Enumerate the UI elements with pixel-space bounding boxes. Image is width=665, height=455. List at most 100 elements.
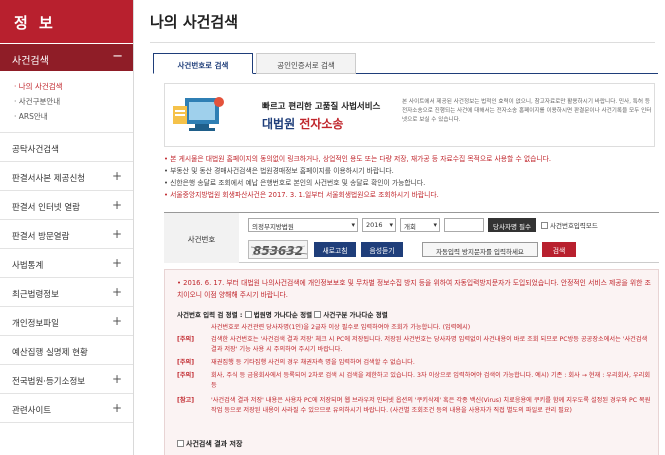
banner-description: 본 사이트에서 제공된 사건정보는 법적인 효력이 없으니, 참고자료로만 활용… bbox=[402, 99, 652, 123]
sidebar-item-label: 개인정보파일 bbox=[12, 319, 59, 329]
case-type-select[interactable]: 개회 bbox=[400, 218, 440, 232]
sidebar: 정 보 사건검색 − · 나의 사건검색 · 사건구분안내 · ARS안내 공탁… bbox=[0, 0, 134, 455]
info-row: [참고] '사건검색 결과 저장' 내용은 사용자 PC에 저장되며 웹 브라우저… bbox=[177, 396, 653, 415]
search-button[interactable]: 검색 bbox=[542, 242, 576, 257]
ecourt-banner[interactable]: 빠르고 편리한 고품질 사법서비스 대법원 전자소송 본 사이트에서 제공된 사… bbox=[164, 83, 655, 147]
form-label: 사건번호 bbox=[164, 213, 239, 263]
court-select[interactable]: 의정부지방법원 bbox=[248, 218, 358, 232]
sidebar-item-budget[interactable]: 예산집행 실명제 현황 bbox=[0, 336, 133, 365]
case-search-form: 사건번호 의정부지방법원 2016 개회 당사자명 필수 사건번호입력모드 85… bbox=[164, 212, 659, 263]
info-row: [주의] 회사, 주식 등 금융회사에서 등록되어 2차로 검색 시 검색을 제한… bbox=[177, 371, 653, 390]
expand-icon[interactable]: + bbox=[112, 227, 122, 241]
info-box: • 2016. 6. 17. 부터 대법원 나의사건검색에 개인정보보호 및 무… bbox=[164, 269, 659, 455]
captcha-text: 853632 bbox=[253, 244, 303, 258]
notice-text: 부동산 및 동산 경매사건검색은 법원경매정보 홈페이지를 이용하시기 바랍니다… bbox=[170, 167, 394, 175]
checkbox-icon bbox=[177, 440, 184, 447]
sidebar-item-label: 판결서사본 제공신청 bbox=[12, 174, 86, 184]
banner-brand: 대법원 전자소송 bbox=[262, 115, 343, 132]
captcha-input[interactable]: 자동입력 방지문자를 입력하세요 bbox=[422, 242, 538, 257]
sidebar-item-label: 전국법원·등기소정보 bbox=[12, 377, 86, 387]
checkbox-icon bbox=[541, 222, 548, 229]
sidebar-item-label: 최근법령정보 bbox=[12, 290, 59, 300]
info-row-text: 회사, 주식 등 금융회사에서 등록되어 2차로 검색 시 검색을 제한하고 있… bbox=[211, 372, 651, 389]
party-name-required-button[interactable]: 당사자명 필수 bbox=[488, 218, 536, 232]
sidebar-item-related-sites[interactable]: 관련사이트 + bbox=[0, 394, 133, 423]
sidebar-item-label: 관련사이트 bbox=[12, 406, 52, 416]
captcha-notice: • 2016. 6. 17. 부터 대법원 나의사건검색에 개인정보보호 및 무… bbox=[177, 279, 651, 299]
sort-options: 사건번호 입력 검 정렬 : 법원명 가나다순 정렬 사건구분 가나다순 정렬 bbox=[177, 309, 388, 319]
info-row: [주의] 재권집행 등 기타집행 사건의 경우 채권자측 명을 입력하여 검색할 … bbox=[177, 358, 653, 368]
main-content: 나의 사건검색 사건번호로 검색 공인인증서로 검색 빠르고 편리한 고품질 사 bbox=[150, 0, 665, 455]
notice-item: • 부동산 및 동산 경매사건검색은 법원경매정보 홈페이지를 이용하시기 바랍… bbox=[164, 167, 394, 175]
sidebar-item-label: 예산집행 실명제 현황 bbox=[12, 348, 88, 358]
submenu-item-case-types[interactable]: · 사건구분안내 bbox=[14, 96, 133, 111]
expand-icon[interactable]: + bbox=[112, 198, 122, 212]
ecourt-illustration-icon bbox=[171, 92, 226, 138]
notice-item: • 본 게시물은 대법원 홈페이지의 동의없이 링크하거나, 상업적인 용도 또… bbox=[164, 155, 552, 163]
case-number-input[interactable] bbox=[444, 218, 484, 232]
info-row: [주의] 검색한 사건번호는 '사건검색 결과 저장' 체크 시 PC에 저장됩니… bbox=[177, 335, 653, 354]
page-title: 나의 사건검색 bbox=[150, 13, 239, 31]
sort-option-type[interactable]: 사건구분 가나다순 정렬 bbox=[314, 311, 388, 319]
sort-option-court[interactable]: 법원명 가나다순 정렬 bbox=[244, 311, 313, 319]
divider bbox=[150, 42, 655, 43]
save-results-checkbox[interactable]: 사건검색 결과 저장 bbox=[177, 439, 242, 449]
expand-icon[interactable]: + bbox=[112, 372, 122, 386]
sidebar-submenu: · 나의 사건검색 · 사건구분안내 · ARS안내 bbox=[0, 71, 133, 133]
sidebar-item-label: 사법통계 bbox=[12, 261, 44, 271]
notice-text: 신한은행 송달료 조회에서 예납 은행번호로 본인의 사건번호 및 송달료 확인… bbox=[170, 179, 426, 187]
info-row-text: 재권집행 등 기타집행 사건의 경우 채권자측 명을 입력하여 검색할 수 없습… bbox=[211, 359, 415, 366]
radio-icon bbox=[314, 311, 322, 318]
info-row-tag: [참고] bbox=[177, 397, 195, 404]
info-row-text: '사건검색 결과 저장' 내용은 사용자 PC에 저장되며 웹 브라우저 인터넷… bbox=[211, 397, 651, 414]
radio-icon bbox=[244, 311, 252, 318]
audio-captcha-button[interactable]: 음성듣기 bbox=[361, 242, 403, 257]
page: 정 보 사건검색 − · 나의 사건검색 · 사건구분안내 · ARS안내 공탁… bbox=[0, 0, 665, 455]
sidebar-item-deposit-search[interactable]: 공탁사건검색 bbox=[0, 133, 133, 162]
banner-tagline: 빠르고 편리한 고품질 사법서비스 bbox=[262, 102, 381, 112]
collapse-icon[interactable]: − bbox=[112, 49, 123, 64]
sidebar-item-label: 공탁사건검색 bbox=[12, 145, 59, 155]
expand-icon[interactable]: + bbox=[112, 401, 122, 415]
refresh-captcha-button[interactable]: 새로고침 bbox=[314, 242, 356, 257]
submenu-item-my-case[interactable]: · 나의 사건검색 bbox=[14, 81, 133, 96]
expand-icon[interactable]: + bbox=[112, 256, 122, 270]
sidebar-item-privacy-files[interactable]: 개인정보파일 + bbox=[0, 307, 133, 336]
notice-text: 본 게시물은 대법원 홈페이지의 동의없이 링크하거나, 상업적인 용도 또는 … bbox=[170, 155, 552, 163]
info-row-tag: [주의] bbox=[177, 372, 195, 379]
case-number-mode-checkbox[interactable]: 사건번호입력모드 bbox=[541, 220, 598, 230]
captcha-notice-text: 2016. 6. 17. 부터 대법원 나의사건검색에 개인정보보호 및 무차별… bbox=[177, 279, 651, 299]
notice-list: • 본 게시물은 대법원 홈페이지의 동의없이 링크하거나, 상업적인 용도 또… bbox=[164, 153, 659, 201]
sidebar-item-laws[interactable]: 최근법령정보 + bbox=[0, 278, 133, 307]
info-row-tag: [주의] bbox=[177, 336, 195, 343]
tab-case-number[interactable]: 사건번호로 검색 bbox=[153, 53, 253, 74]
expand-icon[interactable]: + bbox=[112, 314, 122, 328]
info-row: 사건번호로 사건관련 당사자명(1인)을 2글자 이상 필수로 입력하여야 조회… bbox=[177, 323, 653, 333]
sidebar-item-label: 판결서 방문열람 bbox=[12, 232, 70, 242]
sidebar-item-judgment-visit[interactable]: 판결서 방문열람 + bbox=[0, 220, 133, 249]
sidebar-item-statistics[interactable]: 사법통계 + bbox=[0, 249, 133, 278]
year-select[interactable]: 2016 bbox=[362, 218, 396, 232]
checkbox-label: 사건번호입력모드 bbox=[550, 222, 598, 230]
sidebar-item-label: 판결서 인터넷 열람 bbox=[12, 203, 80, 213]
tab-certificate[interactable]: 공인인증서로 검색 bbox=[256, 53, 356, 74]
sidebar-title: 정 보 bbox=[0, 0, 133, 43]
info-row-text: 사건번호로 사건관련 당사자명(1인)을 2글자 이상 필수로 입력하여야 조회… bbox=[211, 324, 471, 331]
submenu-item-ars[interactable]: · ARS안내 bbox=[14, 111, 133, 126]
expand-icon[interactable]: + bbox=[112, 169, 122, 183]
sidebar-item-case-search[interactable]: 사건검색 − bbox=[0, 43, 133, 71]
banner-brand-suffix: 전자소송 bbox=[299, 117, 344, 131]
expand-icon[interactable]: + bbox=[112, 285, 122, 299]
banner-brand-prefix: 대법원 bbox=[262, 117, 296, 131]
sort-options-label: 사건번호 입력 검 정렬 : bbox=[177, 311, 243, 319]
notice-item: • 신한은행 송달료 조회에서 예납 은행번호로 본인의 사건번호 및 송달료 … bbox=[164, 179, 426, 187]
checkbox-label: 사건검색 결과 저장 bbox=[186, 440, 243, 448]
info-row-text: 검색한 사건번호는 '사건검색 결과 저장' 체크 시 PC에 저장됩니다. 저… bbox=[211, 336, 648, 353]
sidebar-item-judgment-online[interactable]: 판결서 인터넷 열람 + bbox=[0, 191, 133, 220]
sort-option-label: 사건구분 가나다순 정렬 bbox=[323, 311, 388, 319]
sort-option-label: 법원명 가나다순 정렬 bbox=[253, 311, 313, 319]
notice-text: 서울중앙지방법원 회생파산사건은 2017. 3. 1.일부터 서울회생법원으로… bbox=[170, 191, 439, 199]
sidebar-item-judgment-copy[interactable]: 판결서사본 제공신청 + bbox=[0, 162, 133, 191]
sidebar-item-courts[interactable]: 전국법원·등기소정보 + bbox=[0, 365, 133, 394]
info-row-tag: [주의] bbox=[177, 359, 195, 366]
